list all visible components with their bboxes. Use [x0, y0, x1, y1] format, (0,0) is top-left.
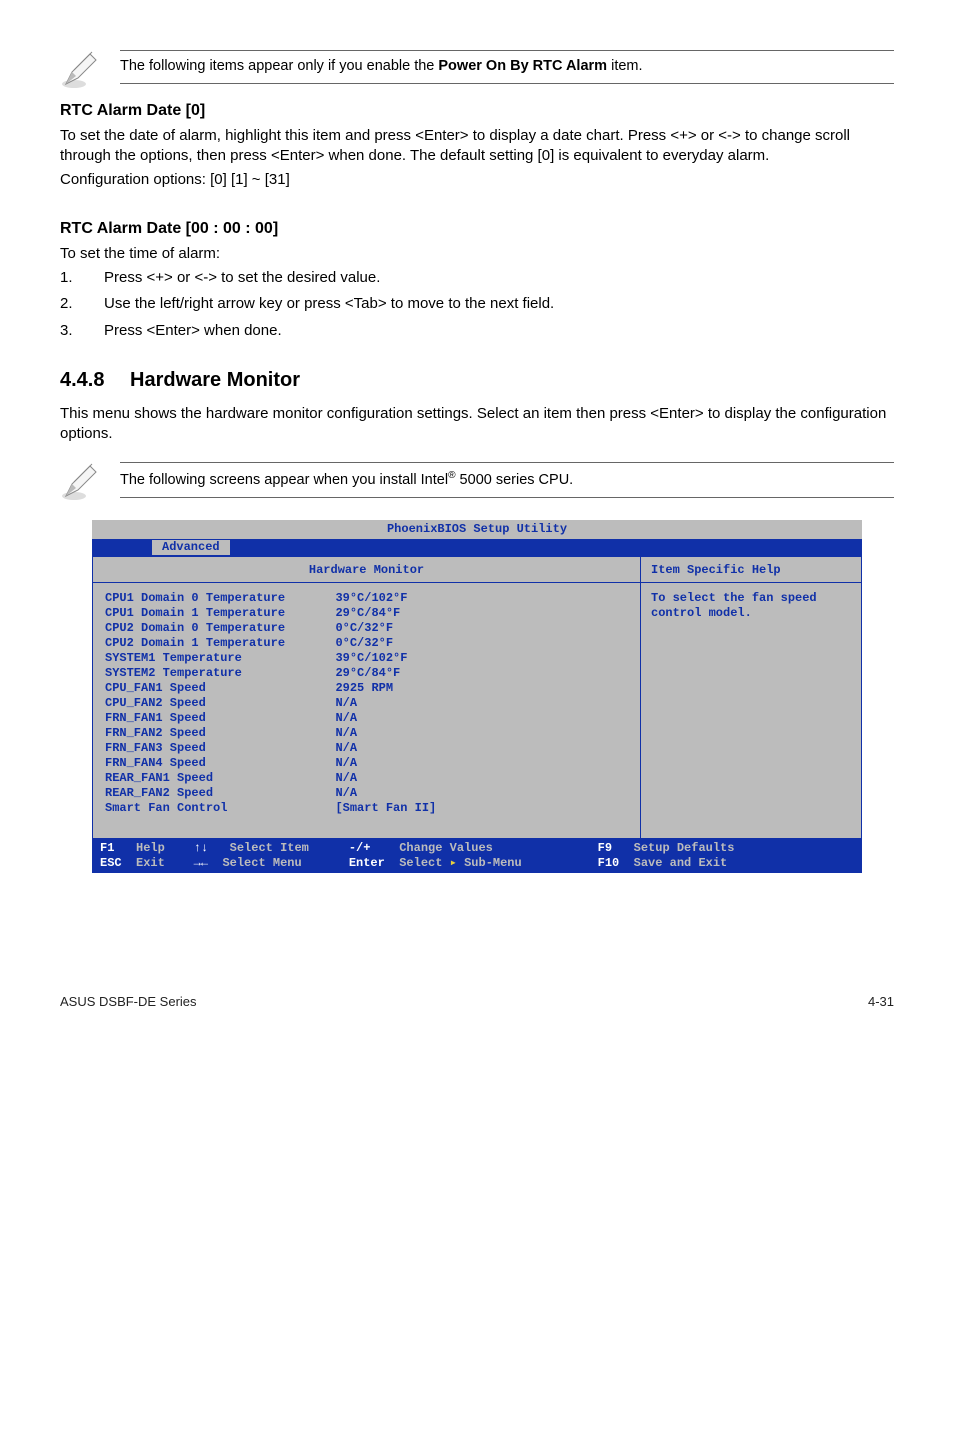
bios-row: CPU1 Domain 1 Temperature 29°C/84°F	[105, 606, 630, 621]
registered-symbol: ®	[448, 470, 455, 481]
fk-leftright: →←	[194, 856, 208, 870]
bios-tabbar: Advanced	[92, 539, 862, 556]
rtc-time-steps: 1. Press <+> or <-> to set the desired va…	[60, 268, 894, 341]
bios-row: REAR_FAN1 Speed N/A	[105, 771, 630, 786]
page-footer: ASUS DSBF-DE Series 4-31	[60, 993, 894, 1011]
bios-row: SYSTEM2 Temperature 29°C/84°F	[105, 666, 630, 681]
submenu-arrow-icon: ▸	[450, 856, 457, 870]
section-title: Hardware Monitor	[130, 369, 300, 391]
rtc-time-heading: RTC Alarm Date [00 : 00 : 00]	[60, 218, 894, 240]
bios-row: REAR_FAN2 Speed N/A	[105, 786, 630, 801]
bios-row: FRN_FAN3 Speed N/A	[105, 741, 630, 756]
section-number: 4.4.8	[60, 367, 130, 394]
bios-title: PhoenixBIOS Setup Utility	[92, 520, 862, 539]
fk-help: Help	[136, 841, 165, 855]
bios-screenshot: PhoenixBIOS Setup Utility Advanced Hardw…	[92, 520, 862, 873]
list-item: 3. Press <Enter> when done.	[60, 321, 894, 341]
bios-row: FRN_FAN2 Speed N/A	[105, 726, 630, 741]
note1-pre: The following items appear only if you e…	[120, 58, 438, 74]
bios-row: FRN_FAN1 Speed N/A	[105, 711, 630, 726]
pencil-icon	[60, 462, 100, 502]
footer-left: ASUS DSBF-DE Series	[60, 993, 197, 1011]
note-text: The following items appear only if you e…	[120, 50, 894, 84]
bios-row: CPU_FAN1 Speed 2925 RPM	[105, 681, 630, 696]
fk-save-exit: Save and Exit	[634, 856, 728, 870]
step-text: Press <+> or <-> to set the desired valu…	[104, 268, 380, 288]
note2-pre: The following screens appear when you in…	[120, 472, 448, 488]
rtc-date-p2: Configuration options: [0] [1] ~ [31]	[60, 170, 894, 190]
step-text: Use the left/right arrow key or press <T…	[104, 294, 554, 314]
note2-post: 5000 series CPU.	[456, 472, 574, 488]
fk-select: Select	[399, 856, 449, 870]
footer-right: 4-31	[868, 993, 894, 1011]
step-num: 2.	[60, 294, 80, 314]
fk-esc: ESC	[100, 856, 122, 870]
bios-row: CPU_FAN2 Speed N/A	[105, 696, 630, 711]
bios-body: Hardware Monitor CPU1 Domain 0 Temperatu…	[92, 556, 862, 839]
bios-panel-title: Hardware Monitor	[93, 557, 640, 583]
rtc-date-heading: RTC Alarm Date [0]	[60, 100, 894, 122]
list-item: 2. Use the left/right arrow key or press …	[60, 294, 894, 314]
list-item: 1. Press <+> or <-> to set the desired va…	[60, 268, 894, 288]
note1-post: item.	[607, 58, 642, 74]
step-text: Press <Enter> when done.	[104, 321, 282, 341]
note1-bold: Power On By RTC Alarm	[438, 58, 607, 74]
step-num: 1.	[60, 268, 80, 288]
fk-setup-defaults: Setup Defaults	[634, 841, 735, 855]
note-intel-5000: The following screens appear when you in…	[60, 462, 894, 502]
fk-plusminus: -/+	[349, 841, 371, 855]
fk-select-menu: Select Menu	[222, 856, 301, 870]
bios-row: CPU2 Domain 1 Temperature 0°C/32°F	[105, 636, 630, 651]
fk-updown: ↑↓	[194, 841, 208, 855]
bios-row: Smart Fan Control [Smart Fan II]	[105, 801, 630, 816]
rtc-time-p1: To set the time of alarm:	[60, 244, 894, 264]
section-heading: 4.4.8Hardware Monitor	[60, 367, 894, 394]
bios-left-panel: Hardware Monitor CPU1 Domain 0 Temperatu…	[93, 557, 641, 838]
bios-footer: F1 Help ↑↓ Select Item -/+ Change Values F…	[92, 839, 862, 873]
bios-row: FRN_FAN4 Speed N/A	[105, 756, 630, 771]
bios-tab-advanced: Advanced	[152, 540, 230, 555]
fk-select-item: Select Item	[230, 841, 309, 855]
fk-f9: F9	[598, 841, 612, 855]
bios-help-text: To select the fan speed control model.	[641, 583, 861, 629]
fk-enter: Enter	[349, 856, 385, 870]
fk-f1: F1	[100, 841, 114, 855]
fk-submenu: Sub-Menu	[457, 856, 522, 870]
bios-help-title: Item Specific Help	[641, 557, 861, 583]
bios-row: CPU1 Domain 0 Temperature 39°C/102°F	[105, 591, 630, 606]
bios-row: SYSTEM1 Temperature 39°C/102°F	[105, 651, 630, 666]
rtc-date-p1: To set the date of alarm, highlight this…	[60, 126, 894, 167]
fk-change-values: Change Values	[399, 841, 493, 855]
section-paragraph: This menu shows the hardware monitor con…	[60, 404, 894, 445]
bios-row: CPU2 Domain 0 Temperature 0°C/32°F	[105, 621, 630, 636]
note-power-on-rtc: The following items appear only if you e…	[60, 50, 894, 90]
fk-exit: Exit	[136, 856, 165, 870]
pencil-icon	[60, 50, 100, 90]
bios-right-panel: Item Specific Help To select the fan spe…	[641, 557, 861, 838]
step-num: 3.	[60, 321, 80, 341]
note-text: The following screens appear when you in…	[120, 462, 894, 497]
fk-f10: F10	[598, 856, 620, 870]
bios-content: CPU1 Domain 0 Temperature 39°C/102°FCPU1…	[93, 583, 640, 838]
